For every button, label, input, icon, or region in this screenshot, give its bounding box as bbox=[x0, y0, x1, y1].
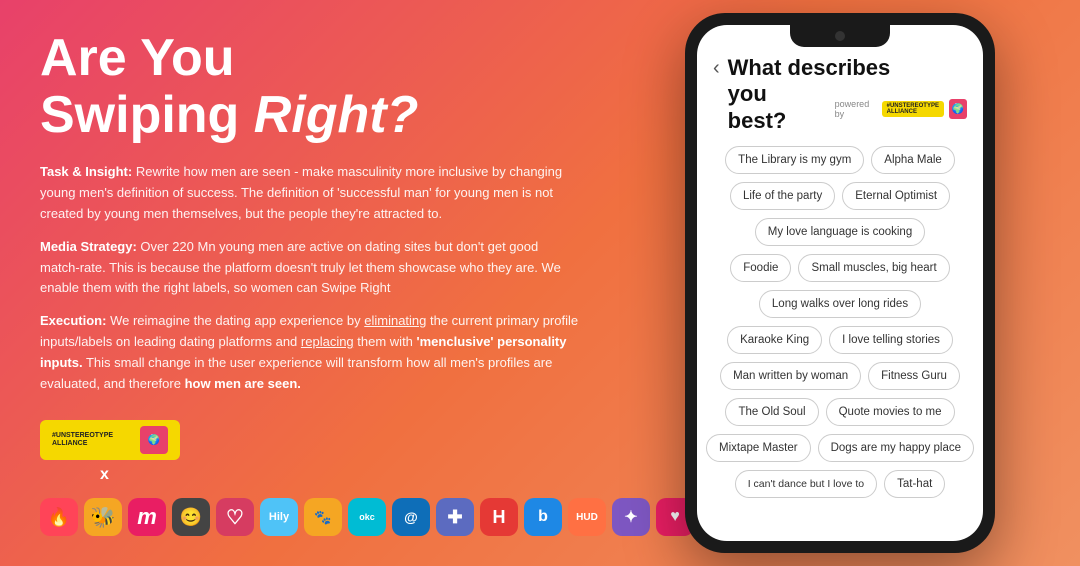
tags-container[interactable]: The Library is my gym Alpha Male Life of… bbox=[697, 142, 983, 541]
app-icon-pof: okc bbox=[348, 498, 386, 536]
tag-karaoke-king[interactable]: Karaoke King bbox=[727, 326, 822, 354]
tags-row-6: Karaoke King I love telling stories bbox=[709, 326, 971, 354]
tag-man-written-woman[interactable]: Man written by woman bbox=[720, 362, 861, 390]
tags-row-1: The Library is my gym Alpha Male bbox=[709, 146, 971, 174]
tags-row-2: Life of the party Eternal Optimist bbox=[709, 182, 971, 210]
app-icon-tagged: ✚ bbox=[436, 498, 474, 536]
phone-title-block: What describes you best? powered by #UNS… bbox=[728, 55, 967, 134]
execution-paragraph: Execution: We reimagine the dating app e… bbox=[40, 311, 580, 394]
headline-italic: Right? bbox=[254, 86, 419, 144]
badge-icon: 🌍 bbox=[140, 426, 168, 454]
right-panel: ‹ What describes you best? powered by #U… bbox=[620, 0, 1080, 566]
tag-library-gym[interactable]: The Library is my gym bbox=[725, 146, 864, 174]
app-icon-okc: @ bbox=[392, 498, 430, 536]
app-icon-happn: 😊 bbox=[172, 498, 210, 536]
tag-telling-stories[interactable]: I love telling stories bbox=[829, 326, 953, 354]
tags-row-10: I can't dance but I love to Tat-hat bbox=[709, 470, 971, 498]
app-icons-row: 🔥 🐝 m 😊 ♡ Hily 🐾 okc @ ✚ H b HUD ✦ ♥ bbox=[40, 498, 580, 536]
app-icon-meetic: m bbox=[128, 498, 166, 536]
left-panel: Are You Swiping Right? Task & Insight: R… bbox=[0, 0, 620, 566]
media-paragraph: Media Strategy: Over 220 Mn young men ar… bbox=[40, 237, 580, 299]
media-label: Media Strategy: bbox=[40, 239, 137, 254]
tags-row-5: Long walks over long rides bbox=[709, 290, 971, 318]
main-headline: Are You Swiping Right? bbox=[40, 30, 580, 144]
tag-mixtape-master[interactable]: Mixtape Master bbox=[706, 434, 811, 462]
badge-l2: ALLIANCE bbox=[887, 109, 939, 115]
tag-fitness-guru[interactable]: Fitness Guru bbox=[868, 362, 960, 390]
phone-title-line1: What describes bbox=[728, 55, 967, 81]
tags-row-9: Mixtape Master Dogs are my happy place bbox=[709, 434, 971, 462]
tag-small-muscles[interactable]: Small muscles, big heart bbox=[798, 254, 949, 282]
title-row2: you best? powered by #UNSTEREOTYPE ALLIA… bbox=[728, 81, 967, 134]
tag-old-soul[interactable]: The Old Soul bbox=[725, 398, 818, 426]
powered-by-section: powered by #UNSTEREOTYPE ALLIANCE 🌍 bbox=[835, 99, 967, 119]
tag-cant-dance[interactable]: I can't dance but I love to bbox=[735, 470, 877, 498]
badge-globe-icon: 🌍 bbox=[949, 99, 967, 119]
tag-eternal-optimist[interactable]: Eternal Optimist bbox=[842, 182, 950, 210]
tag-alpha-male[interactable]: Alpha Male bbox=[871, 146, 955, 174]
badge-text-line2: ALLIANCE bbox=[52, 440, 134, 448]
logo-section: #UNSTEREOTYPE ALLIANCE 🌍 x bbox=[40, 420, 580, 490]
phone-device: ‹ What describes you best? powered by #U… bbox=[685, 13, 995, 553]
app-icon-grindr: 🐾 bbox=[304, 498, 342, 536]
app-icon-hily: Hily bbox=[260, 498, 298, 536]
title-text-1: What describes bbox=[728, 55, 891, 80]
task-label: Task & Insight: bbox=[40, 164, 132, 179]
badge-text-line1: #UNSTEREOTYPE bbox=[52, 432, 134, 440]
app-icon-bumble: 🐝 bbox=[84, 498, 122, 536]
unstereotype-badge: #UNSTEREOTYPE ALLIANCE 🌍 bbox=[40, 420, 180, 460]
tag-tat-hat[interactable]: Tat-hat bbox=[884, 470, 945, 498]
tag-dogs-happy-place[interactable]: Dogs are my happy place bbox=[818, 434, 974, 462]
tag-life-party[interactable]: Life of the party bbox=[730, 182, 835, 210]
task-paragraph: Task & Insight: Rewrite how men are seen… bbox=[40, 162, 580, 224]
execution-label: Execution: bbox=[40, 313, 106, 328]
powered-badge: #UNSTEREOTYPE ALLIANCE bbox=[882, 101, 944, 117]
tags-row-4: Foodie Small muscles, big heart bbox=[709, 254, 971, 282]
tags-row-8: The Old Soul Quote movies to me bbox=[709, 398, 971, 426]
back-button[interactable]: ‹ bbox=[713, 57, 720, 80]
app-icon-hinge: ♡ bbox=[216, 498, 254, 536]
headline-line2: Swiping bbox=[40, 86, 254, 144]
tag-love-language-cooking[interactable]: My love language is cooking bbox=[755, 218, 925, 246]
tags-row-7: Man written by woman Fitness Guru bbox=[709, 362, 971, 390]
app-icon-hitch: H bbox=[480, 498, 518, 536]
tags-row-3: My love language is cooking bbox=[709, 218, 971, 246]
tag-foodie[interactable]: Foodie bbox=[730, 254, 791, 282]
app-icon-tinder: 🔥 bbox=[40, 498, 78, 536]
powered-by-text: powered by bbox=[835, 99, 877, 119]
app-icon-badoo: b bbox=[524, 498, 562, 536]
phone-camera bbox=[835, 31, 845, 41]
headline-line1: Are You bbox=[40, 29, 235, 87]
app-icon-hud: HUD bbox=[568, 498, 606, 536]
title-text-2: you best? bbox=[728, 81, 827, 134]
tag-long-walks[interactable]: Long walks over long rides bbox=[759, 290, 921, 318]
x-separator: x bbox=[100, 466, 109, 484]
tag-quote-movies[interactable]: Quote movies to me bbox=[826, 398, 955, 426]
phone-screen: ‹ What describes you best? powered by #U… bbox=[697, 25, 983, 541]
